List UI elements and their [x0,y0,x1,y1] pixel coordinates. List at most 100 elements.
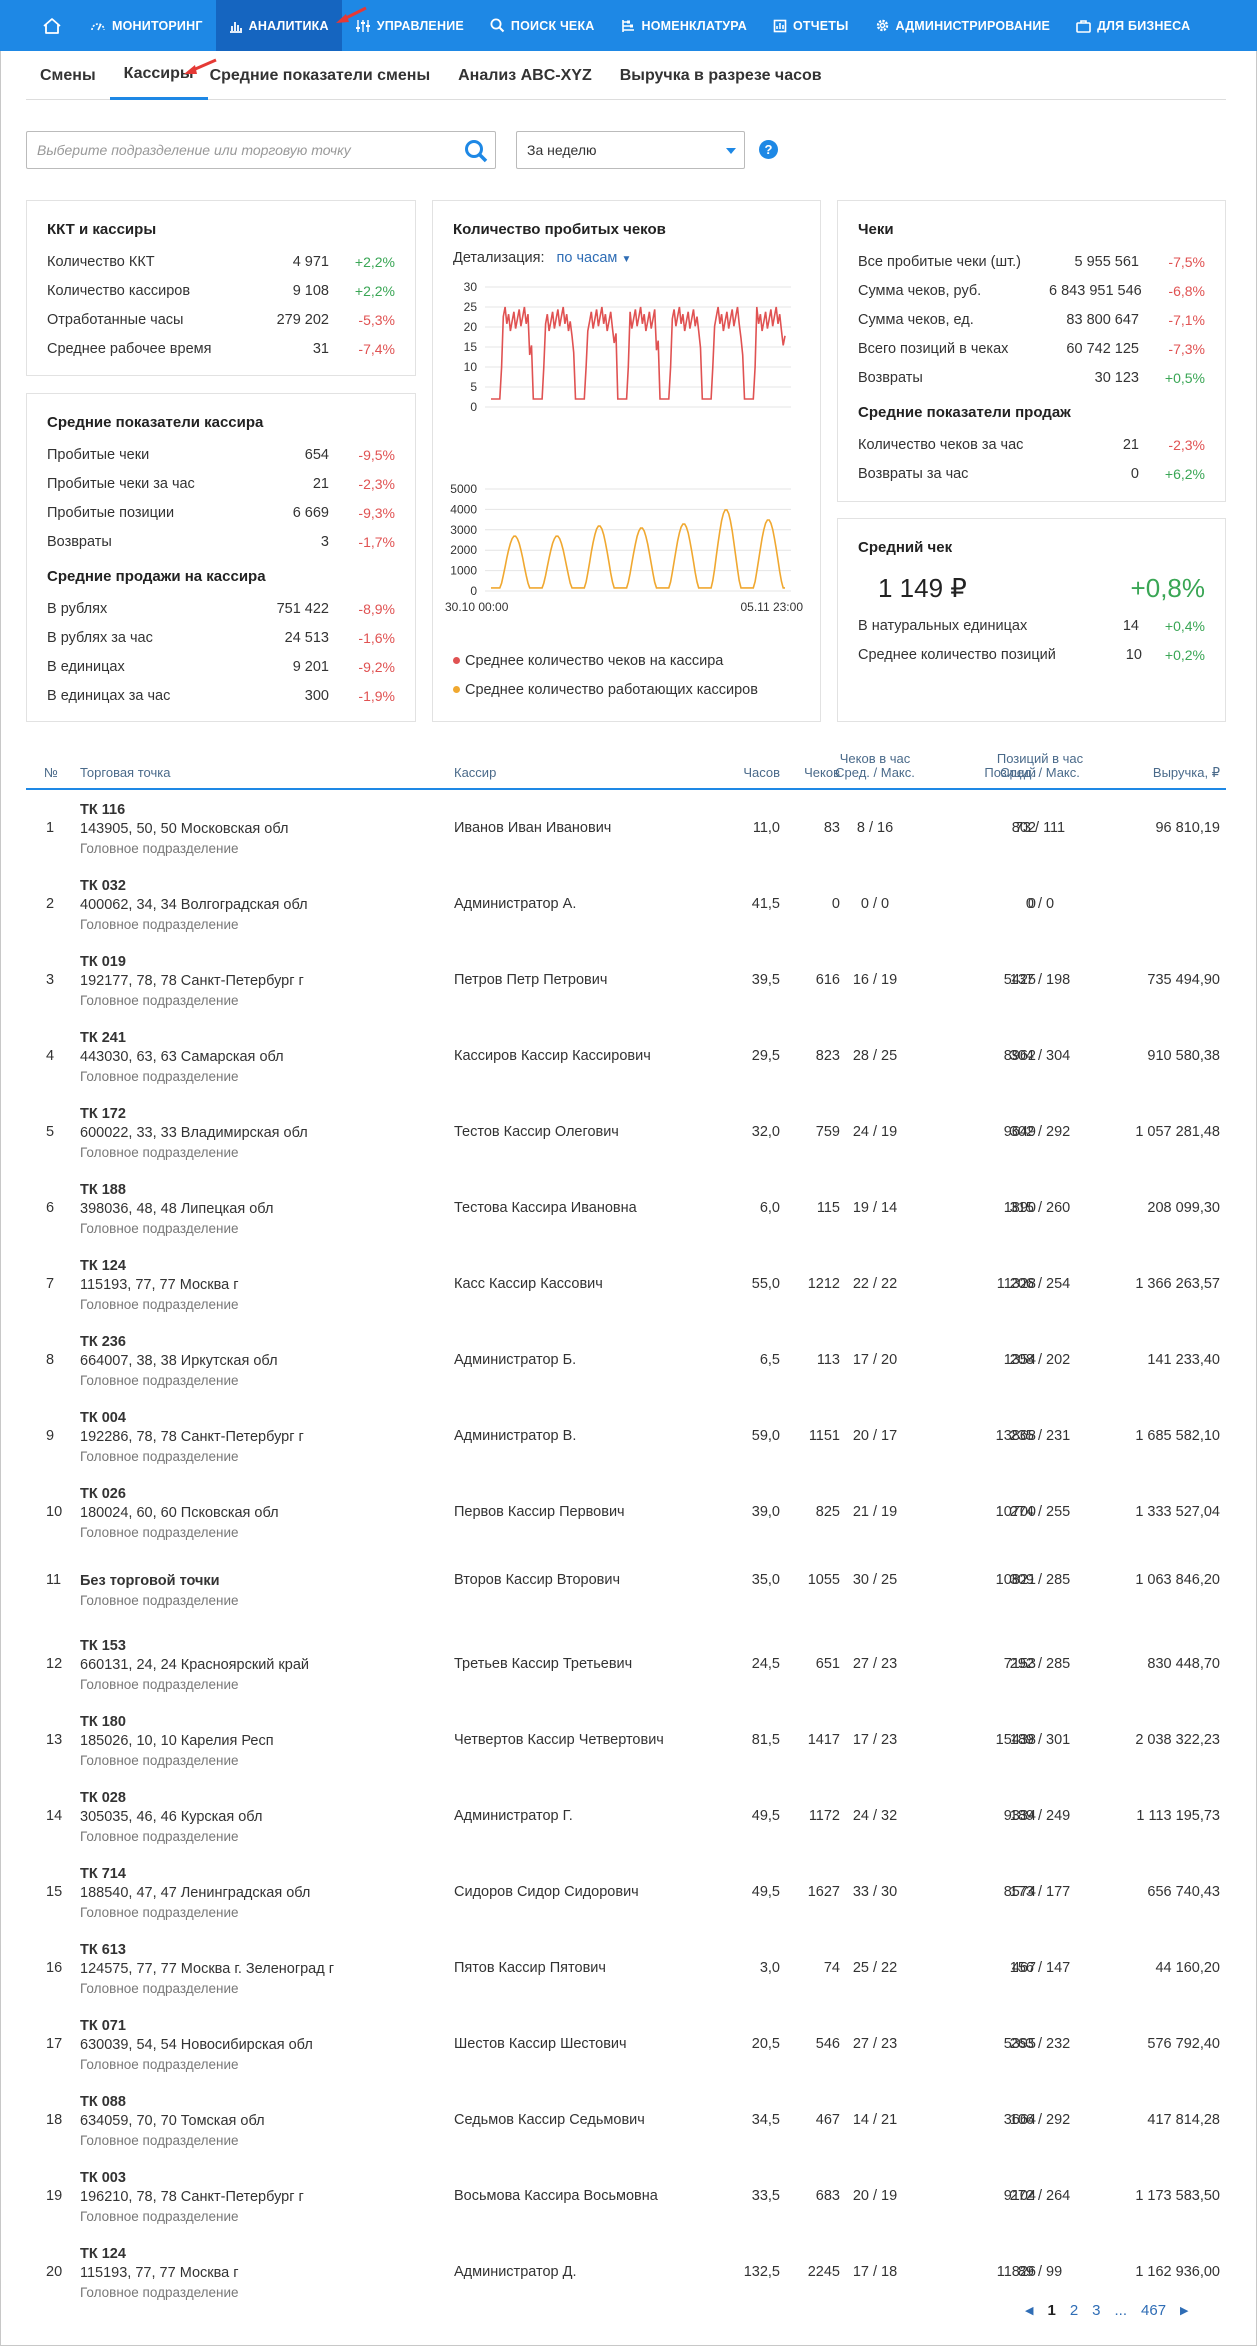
col-hours[interactable]: Часов [743,766,780,780]
tab-hourly-revenue[interactable]: Выручка в разрезе часов [606,51,836,100]
trade-point-division: Головное подразделение [80,1297,239,1312]
metric-label: Среднее рабочее время [47,340,212,357]
nav-for-business[interactable]: ДЛЯ БИЗНЕСА [1063,0,1203,51]
table-row[interactable]: 4 ТК 241 443030, 63, 63 Самарская обл Голов… [26,1018,1226,1094]
tab-abc-xyz[interactable]: Анализ ABC-XYZ [444,51,606,100]
table-row[interactable]: 18 ТК 088 634059, 70, 70 Томская обл Головн… [26,2082,1226,2158]
table-row[interactable]: 12 ТК 153 660131, 24, 24 Красноярский край… [26,1626,1226,1702]
row-number: 13 [46,1732,63,1748]
help-icon[interactable]: ? [759,140,778,159]
table-row[interactable]: 5 ТК 172 600022, 33, 33 Владимирская обл Го… [26,1094,1226,1170]
table-row[interactable]: 14 ТК 028 305035, 46, 46 Курская обл Головн… [26,1778,1226,1854]
revenue: 1 366 263,57 [1135,1276,1220,1292]
table-row[interactable]: 15 ТК 714 188540, 47, 47 Ленинградская обл… [26,1854,1226,1930]
bar-chart-icon [229,21,242,33]
page-last[interactable]: 467 [1141,2302,1166,2319]
metric-row: Среднее количество позиций 10 +0,2% [858,640,1205,669]
col-revenue[interactable]: Выручка, ₽ [1153,766,1220,780]
checks-per-hour: 20 / 17 [852,1428,898,1444]
table-row[interactable]: 9 ТК 004 192286, 78, 78 Санкт-Петербург г Г… [26,1398,1226,1474]
row-number: 15 [46,1884,63,1900]
nav-administration[interactable]: АДМИНИСТРИРОВАНИЕ [862,0,1064,51]
metric-label: Всего позиций в чеках [858,340,1009,357]
col-num[interactable]: № [44,766,58,780]
period-select[interactable]: За неделю [516,131,745,169]
table-row[interactable]: 8 ТК 236 664007, 38, 38 Иркутская обл Голов… [26,1322,1226,1398]
nav-reports[interactable]: ОТЧЕТЫ [760,0,862,51]
tab-shifts[interactable]: Смены [26,51,110,100]
period-value: За неделю [527,142,597,158]
trade-point: ТК 188 398036, 48, 48 Липецкая обл Головно… [80,1181,273,1238]
metric-label: Возвраты [858,369,923,386]
metric-value: 14 [1122,617,1139,634]
trade-point-address: 634059, 70, 70 Томская обл [80,2113,265,2129]
home-button[interactable] [27,0,77,51]
search-input[interactable] [27,132,457,168]
trade-point: Без торговой точки Головное подразделение [80,1572,239,1610]
table-row[interactable]: 19 ТК 003 196210, 78, 78 Санкт-Петербург г… [26,2158,1226,2234]
trade-point-name: ТК 003 [80,2170,126,2186]
tab-shift-averages[interactable]: Средние показатели смены [208,51,445,100]
col-point[interactable]: Торговая точка [80,766,170,780]
metric-change: -2,3% [1168,436,1205,453]
page-3[interactable]: 3 [1092,2302,1100,2319]
metric-label: Количество кассиров [47,282,191,299]
prev-page-icon[interactable]: ◀ [1025,2304,1033,2317]
col-cashier[interactable]: Кассир [454,766,496,780]
trade-point-division: Головное подразделение [80,2057,239,2072]
table-row[interactable]: 17 ТК 071 630039, 54, 54 Новосибирская обл… [26,2006,1226,2082]
table-row[interactable]: 3 ТК 019 192177, 78, 78 Санкт-Петербург г Г… [26,942,1226,1018]
nav-receipt-search[interactable]: ПОИСК ЧЕКА [477,0,608,51]
gear-icon [876,19,888,32]
legend-dot [453,657,460,664]
chevron-down-icon: ▼ [621,254,632,265]
table-row[interactable]: 10 ТК 026 180024, 60, 60 Псковская обл Голо… [26,1474,1226,1550]
trade-point-address: 398036, 48, 48 Липецкая обл [80,1201,274,1217]
trade-point: ТК 032 400062, 34, 34 Волгоградская обл Го… [80,877,308,934]
trade-point: ТК 116 143905, 50, 50 Московская обл Голов… [80,801,289,858]
row-number: 17 [46,2036,63,2052]
page-2[interactable]: 2 [1070,2302,1078,2319]
checks-card: Чеки Все пробитые чеки (шт.) 5 955 561 -7,… [837,200,1226,502]
table-row[interactable]: 13 ТК 180 185026, 10, 10 Карелия Респ Голов… [26,1702,1226,1778]
metric-row: Количество кассиров 9 108 +2,2% [47,276,395,305]
table-row[interactable]: 6 ТК 188 398036, 48, 48 Липецкая обл Головн… [26,1170,1226,1246]
checks-per-hour: 24 / 32 [852,1808,898,1824]
col-positions-per-hour[interactable]: Позиций в час Сред. / Макс. [992,752,1088,780]
checks-chart-card: Количество пробитых чеков Детализация: п… [432,200,821,722]
metric-row: Возвраты за час 0 +6,2% [858,459,1205,488]
metric-change: -9,2% [358,658,395,675]
metric-value: 6 669 [292,504,329,521]
col-checks-per-hour[interactable]: Чеков в час Сред. / Макс. [826,752,924,780]
metric-value: 21 [1122,436,1139,453]
cashier-name: Касс Кассир Кассович [454,1276,603,1292]
detail-select[interactable]: по часам ▼ [557,250,632,266]
nav-analytics[interactable]: АНАЛИТИКА [215,0,342,51]
table-header: № Торговая точка Кассир Часов Чеков Чеко… [26,748,1226,790]
search-icon[interactable] [463,138,489,164]
table-row[interactable]: 1 ТК 116 143905, 50, 50 Московская обл Голо… [26,790,1226,866]
trade-point-name: Без торговой точки [80,1573,220,1589]
nav-monitoring[interactable]: МОНИТОРИНГ [77,0,216,51]
cashier-name: Иванов Иван Иванович [454,820,612,836]
next-page-icon[interactable]: ▶ [1180,2304,1188,2317]
nav-nomenclature[interactable]: НОМЕНКЛАТУРА [608,0,760,51]
revenue: 1 057 281,48 [1135,1124,1220,1140]
trade-point-name: ТК 019 [80,954,126,970]
y-tick-label: 0 [470,584,477,598]
reports-icon [773,19,787,32]
trade-point: ТК 026 180024, 60, 60 Псковская обл Головн… [80,1485,279,1542]
table-row[interactable]: 2 ТК 032 400062, 34, 34 Волгоградская обл Г… [26,866,1226,942]
table-row[interactable]: 7 ТК 124 115193, 77, 77 Москва г Головное п… [26,1246,1226,1322]
metric-row: Всего позиций в чеках 60 742 125 -7,3% [858,334,1205,363]
cashier-name: Третьев Кассир Третьевич [454,1656,633,1672]
metric-label: В единицах за час [47,687,171,704]
positions-per-hour: 206 / 254 [1009,1276,1071,1292]
nav-label: МОНИТОРИНГ [112,18,203,33]
table-row[interactable]: 11 Без торговой точки Головное подразделен… [26,1550,1226,1626]
table-row[interactable]: 16 ТК 613 124575, 77, 77 Москва г. Зеленог… [26,1930,1226,2006]
trade-point-address: 400062, 34, 34 Волгоградская обл [80,897,308,913]
metric-row: В единицах 9 201 -9,2% [47,652,395,681]
page-1[interactable]: 1 [1047,2302,1055,2319]
metric-value: 31 [312,340,329,357]
